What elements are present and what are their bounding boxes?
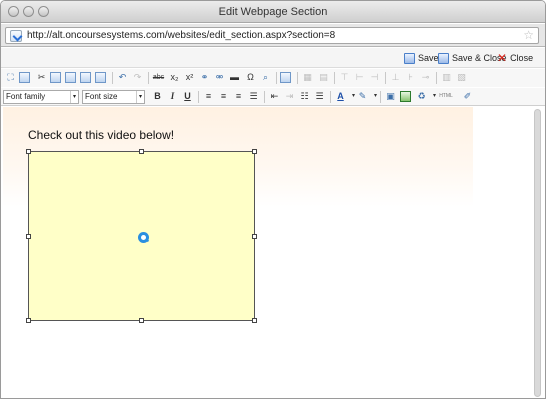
horizontal-rule-icon[interactable]: ▬ xyxy=(228,71,241,84)
insert-row-icon[interactable]: ⊤ xyxy=(338,71,351,84)
toolbar-separator xyxy=(385,72,386,84)
font-family-value: Font family xyxy=(6,92,46,101)
insert-media-icon[interactable] xyxy=(400,91,411,102)
unlink-icon[interactable]: ⚮ xyxy=(213,71,226,84)
save-label: Save xyxy=(418,53,439,63)
editor-toolbar-row-1: ⛶ ✂ ↶ ↷ abc x₂ x² ⚭ ⚮ ▬ Ω ⌕ ▦ ▤ ⊤ ⊢ ⊣ ⊥ … xyxy=(1,69,545,87)
chevron-down-icon: ▾ xyxy=(136,91,144,103)
toolbar-separator xyxy=(198,91,199,103)
toolbar-separator xyxy=(148,72,149,84)
font-size-select[interactable]: Font size ▾ xyxy=(82,90,145,104)
resize-handle-top[interactable] xyxy=(139,149,144,154)
address-bar: http://alt.oncoursesystems.com/websites/… xyxy=(1,24,545,47)
toolbar-separator xyxy=(330,91,331,103)
toolbar-separator xyxy=(297,72,298,84)
toolbar-separator xyxy=(436,72,437,84)
strikethrough-icon[interactable]: abc xyxy=(152,71,165,84)
toolbar-separator xyxy=(264,91,265,103)
font-family-select[interactable]: Font family ▾ xyxy=(3,90,79,104)
align-right-icon[interactable]: ≡ xyxy=(232,90,245,103)
toolbar-separator xyxy=(112,72,113,84)
floppy-disk-icon xyxy=(438,52,449,64)
close-label: Close xyxy=(510,53,534,63)
align-center-icon[interactable]: ≡ xyxy=(217,90,230,103)
close-x-icon: ✕ xyxy=(497,50,508,65)
quicktime-icon xyxy=(138,232,149,243)
resize-handle-top-left[interactable] xyxy=(26,149,31,154)
bookmark-star-icon[interactable]: ☆ xyxy=(523,28,534,42)
browser-window: Edit Webpage Section http://alt.oncourse… xyxy=(0,0,546,399)
cell-properties-icon[interactable]: ▥ xyxy=(440,71,453,84)
copy-icon[interactable] xyxy=(50,72,61,83)
resize-handle-bottom-left[interactable] xyxy=(26,318,31,323)
cut-icon[interactable]: ✂ xyxy=(35,71,48,84)
resize-handle-bottom[interactable] xyxy=(139,318,144,323)
undo-icon[interactable]: ↶ xyxy=(116,71,129,84)
table-icon[interactable]: ▦ xyxy=(301,71,314,84)
align-justify-icon[interactable]: ☰ xyxy=(247,90,260,103)
text-color-button[interactable]: A xyxy=(334,90,347,103)
html-mode-label[interactable]: HTML xyxy=(437,90,455,103)
video-placeholder[interactable] xyxy=(26,149,257,323)
numbered-list-icon[interactable]: ☰ xyxy=(313,90,326,103)
toolbar-separator xyxy=(380,91,381,103)
chevron-down-icon: ▾ xyxy=(70,91,78,103)
superscript-icon[interactable]: x² xyxy=(183,71,196,84)
paste-text-icon[interactable] xyxy=(80,72,91,83)
insert-image-icon[interactable]: ▣ xyxy=(384,90,397,103)
window-title: Edit Webpage Section xyxy=(218,6,328,18)
highlight-color-icon[interactable]: ✎ xyxy=(356,90,369,103)
align-left-icon[interactable]: ≡ xyxy=(202,90,215,103)
row-properties-icon[interactable]: ▧ xyxy=(455,71,468,84)
paste-word-icon[interactable] xyxy=(95,72,106,83)
delete-column-icon[interactable]: ⊸ xyxy=(419,71,432,84)
resize-handle-left[interactable] xyxy=(26,234,31,239)
action-bar: Save Save & Close ✕ Close xyxy=(1,48,545,68)
save-button[interactable]: Save xyxy=(404,51,439,65)
table-properties-icon[interactable]: ▤ xyxy=(317,71,330,84)
underline-button[interactable]: U xyxy=(181,90,194,103)
editor-content-area[interactable]: Check out this video below! xyxy=(1,107,545,398)
redo-icon[interactable]: ↷ xyxy=(131,71,144,84)
page-icon xyxy=(10,30,22,42)
spellcheck-icon[interactable]: ⌕ xyxy=(259,71,272,84)
paste-icon[interactable] xyxy=(65,72,76,83)
toolbar-separator xyxy=(334,72,335,84)
close-button[interactable]: ✕ Close xyxy=(497,51,533,65)
resize-handle-right[interactable] xyxy=(252,234,257,239)
resize-handle-top-right[interactable] xyxy=(252,149,257,154)
link-icon[interactable]: ⚭ xyxy=(198,71,211,84)
image-manager-icon[interactable] xyxy=(19,72,30,83)
indent-icon[interactable]: ⇥ xyxy=(283,90,296,103)
title-bar: Edit Webpage Section xyxy=(1,1,545,23)
url-field[interactable]: http://alt.oncoursesystems.com/websites/… xyxy=(5,27,539,44)
vertical-scrollbar[interactable] xyxy=(534,109,541,397)
toolbar-separator xyxy=(276,72,277,84)
italic-button[interactable]: I xyxy=(166,90,179,103)
outdent-icon[interactable]: ⇤ xyxy=(268,90,281,103)
subscript-icon[interactable]: x₂ xyxy=(168,71,181,84)
resize-handle-bottom-right[interactable] xyxy=(252,318,257,323)
insert-column-icon[interactable]: ⊢ xyxy=(353,71,366,84)
select-all-icon[interactable]: ⛶ xyxy=(4,71,17,84)
edit-source-icon[interactable] xyxy=(280,72,291,83)
split-cells-icon[interactable]: ⊦ xyxy=(404,71,417,84)
merge-cells-icon[interactable]: ⊥ xyxy=(389,71,402,84)
delete-row-icon[interactable]: ⊣ xyxy=(368,71,381,84)
special-character-icon[interactable]: Ω xyxy=(244,71,257,84)
editor-toolbar-row-2: Font family ▾ Font size ▾ B I U ≡ ≡ ≡ ☰ … xyxy=(1,88,545,106)
font-size-value: Font size xyxy=(85,92,118,101)
bulleted-list-icon[interactable]: ☷ xyxy=(298,90,311,103)
url-text[interactable]: http://alt.oncoursesystems.com/websites/… xyxy=(27,30,335,41)
intro-text: Check out this video below! xyxy=(28,128,175,142)
document-properties-icon[interactable]: ✐ xyxy=(461,90,474,103)
bold-button[interactable]: B xyxy=(151,90,164,103)
insert-flash-icon[interactable]: ♻ xyxy=(415,90,428,103)
floppy-disk-icon xyxy=(404,52,415,64)
